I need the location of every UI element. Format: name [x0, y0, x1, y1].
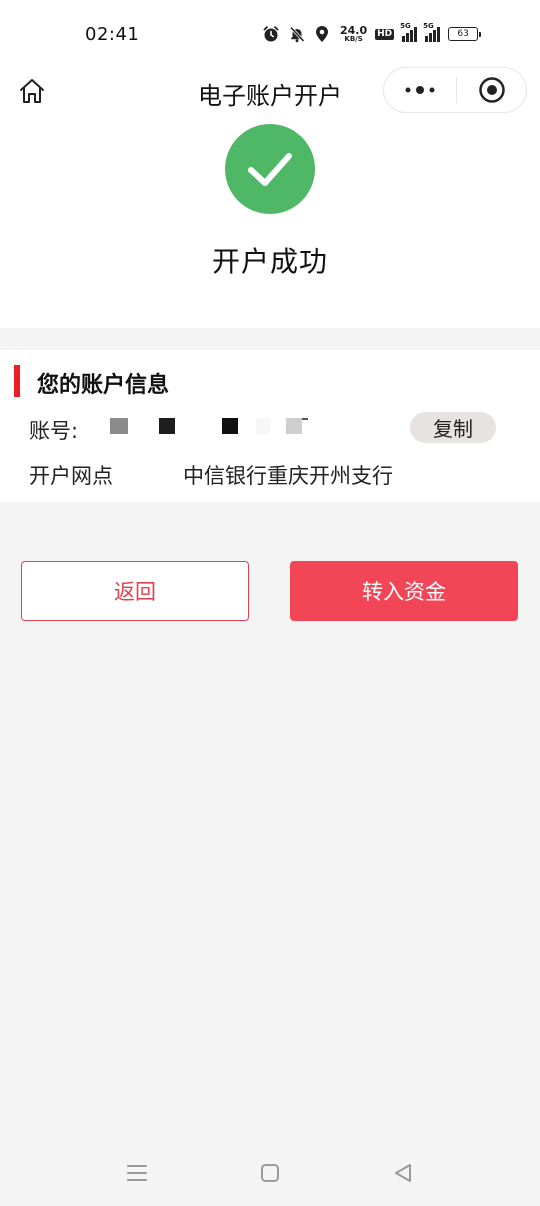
alarm-icon [262, 25, 280, 43]
title-accent-bar [14, 365, 20, 397]
signal-icon: 5G [423, 22, 441, 42]
hd-voice-badge: HD [375, 28, 395, 40]
mini-program-capsule [383, 67, 527, 113]
system-nav-bar [0, 1140, 540, 1206]
menu-button[interactable] [122, 1158, 152, 1188]
status-bar: 02:41 24.0 KB/S HD 5G 5G 63 [0, 0, 540, 66]
success-message: 开户成功 [211, 245, 328, 278]
signal-icon: 5G [400, 22, 418, 42]
back-nav-button[interactable] [388, 1158, 418, 1188]
branch-value: 中信银行重庆开州支行 [183, 464, 393, 488]
battery-icon: 63 [448, 27, 482, 41]
success-check-icon [225, 124, 315, 214]
menu-icon [127, 1165, 147, 1181]
network-speed: 24.0 KB/S [340, 24, 368, 43]
account-info-card: 您的账户信息 账号: 复制 开户网点 中信银行重庆开州支行 [0, 350, 540, 502]
home-nav-button[interactable] [255, 1158, 285, 1188]
bell-muted-icon [288, 25, 306, 43]
status-icons: 24.0 KB/S HD 5G 5G 63 [262, 22, 482, 46]
account-info-title: 您的账户信息 [37, 373, 170, 398]
square-icon [261, 1164, 279, 1182]
account-number-label: 账号: [29, 419, 79, 443]
header: 电子账户开户 [0, 66, 540, 124]
close-mini-program-button[interactable] [457, 68, 526, 112]
account-number-masked [110, 418, 310, 436]
more-button[interactable] [384, 68, 456, 112]
back-button[interactable]: 返回 [21, 561, 249, 621]
status-time: 02:41 [85, 24, 140, 45]
copy-button[interactable]: 复制 [410, 412, 496, 443]
location-icon [314, 25, 330, 43]
success-section: 开户成功 [0, 124, 540, 328]
target-circle-icon [478, 77, 505, 103]
more-dots-icon [405, 86, 435, 94]
back-triangle-icon [395, 1164, 411, 1182]
branch-label: 开户网点 [29, 464, 113, 488]
transfer-funds-button[interactable]: 转入资金 [290, 561, 518, 621]
page: 02:41 24.0 KB/S HD 5G 5G 63 电子账户开户 开户成功 … [0, 0, 540, 1206]
